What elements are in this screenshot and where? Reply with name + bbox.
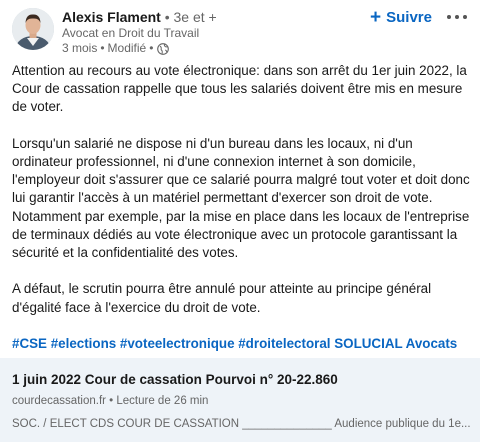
more-options-button[interactable] — [447, 8, 467, 26]
follow-button[interactable]: + Suivre — [370, 6, 432, 28]
author-line: Alexis Flament • 3e et + — [62, 9, 217, 26]
link-title[interactable]: 1 juin 2022 Cour de cassation Pourvoi n°… — [12, 371, 338, 388]
post-paragraph: A défaut, le scrutin pourra être annulé … — [12, 281, 432, 315]
meta-separator: • — [100, 41, 105, 55]
author-headline: Avocat en Droit du Travail — [62, 26, 200, 40]
meta-separator: • — [149, 41, 154, 55]
link-preview-card[interactable]: 1 juin 2022 Cour de cassation Pourvoi n°… — [0, 358, 480, 442]
connection-degree: 3e et + — [173, 9, 217, 25]
link-source: courdecassation.fr • Lecture de 26 min — [12, 395, 209, 407]
profile-photo — [12, 8, 54, 50]
post-time: 3 mois — [62, 41, 98, 55]
more-options-icon — [455, 15, 459, 19]
post-paragraph: Lorsqu'un salarié ne dispose ni d'un bur… — [12, 135, 470, 261]
more-options-icon — [463, 15, 467, 19]
globe-icon — [157, 42, 170, 55]
post-paragraph: Attention au recours au vote électroniqu… — [12, 63, 467, 115]
link-description: SOC. / ELECT CDS COUR DE CASSATION _____… — [12, 418, 471, 430]
edited-label: Modifié — [107, 41, 147, 55]
post-header: Alexis Flament • 3e et + Avocat en Droit… — [0, 0, 480, 60]
post-meta: 3 mois • Modifié • — [62, 41, 170, 56]
author-separator: • — [164, 9, 170, 25]
post-body: Attention au recours au vote électroniqu… — [12, 62, 470, 371]
avatar[interactable] — [12, 8, 54, 50]
author-name[interactable]: Alexis Flament — [62, 9, 161, 25]
hashtags[interactable]: #CSE #elections #voteelectronique #droit… — [12, 335, 470, 353]
more-options-icon — [447, 15, 451, 19]
plus-icon: + — [370, 6, 382, 28]
follow-label: Suivre — [386, 8, 432, 26]
